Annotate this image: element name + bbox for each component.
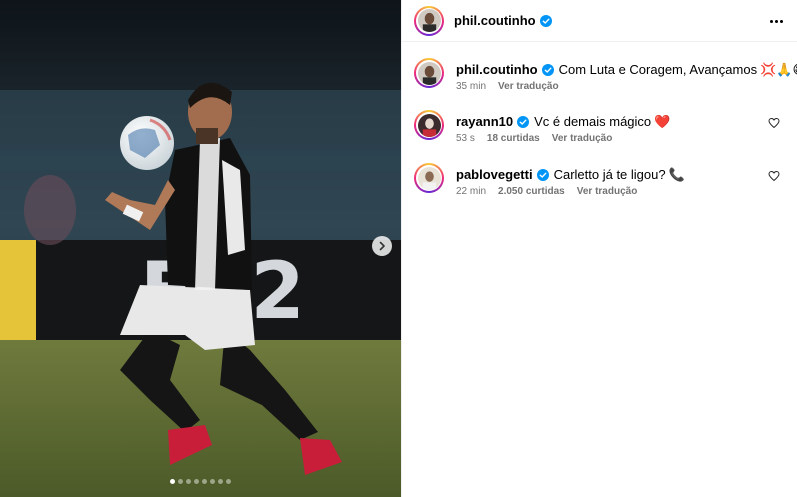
carousel-dot: [226, 479, 231, 484]
comment-username[interactable]: rayann10: [456, 113, 513, 130]
comment-time[interactable]: 53 s: [456, 133, 475, 144]
avatar[interactable]: [414, 163, 444, 193]
carousel-dot: [194, 479, 199, 484]
like-heart-icon[interactable]: [768, 170, 780, 182]
carousel-dot: [170, 479, 175, 484]
carousel-dot: [202, 479, 207, 484]
more-options-icon[interactable]: [767, 12, 785, 30]
comment-text: Vc é demais mágico: [534, 114, 652, 129]
like-heart-icon[interactable]: [768, 117, 780, 129]
comment-text: Carletto já te ligou?: [553, 167, 666, 182]
avatar[interactable]: [414, 5, 444, 36]
post-photo: FC2: [0, 0, 401, 497]
comment-translate-link[interactable]: Ver tradução: [577, 186, 638, 197]
post-media[interactable]: FC2: [0, 0, 401, 497]
comment-username[interactable]: pablovegetti: [456, 166, 533, 183]
comment-time[interactable]: 22 min: [456, 186, 486, 197]
comment-likes[interactable]: 2.050 curtidas: [498, 186, 565, 197]
carousel-dot: [218, 479, 223, 484]
carousel-next-button[interactable]: [372, 236, 392, 256]
caption-emojis: 💢🙏😁: [760, 62, 797, 77]
avatar[interactable]: [414, 58, 444, 88]
comment-translate-link[interactable]: Ver tradução: [552, 133, 613, 144]
caption-text: Com Luta e Coragem, Avançamos: [558, 62, 758, 77]
caption-time[interactable]: 35 min: [456, 81, 486, 92]
header-username[interactable]: phil.coutinho: [454, 13, 536, 28]
carousel-dot: [186, 479, 191, 484]
verified-badge-icon: [517, 115, 530, 128]
caption-username[interactable]: phil.coutinho: [456, 61, 538, 78]
post-header: phil.coutinho: [402, 0, 797, 42]
verified-badge-icon: [539, 14, 552, 27]
comment-emoji: 📞: [668, 167, 685, 182]
carousel-indicator: [0, 479, 401, 484]
chevron-right-icon: [379, 241, 385, 251]
carousel-dot: [178, 479, 183, 484]
comment-item: rayann10 Vc é demais mágico ❤️ 53 s 18 c…: [414, 110, 786, 144]
comment-likes[interactable]: 18 curtidas: [487, 133, 540, 144]
avatar[interactable]: [414, 110, 444, 140]
post-caption: phil.coutinho Com Luta e Coragem, Avança…: [414, 58, 797, 92]
comment-emoji: ❤️: [654, 114, 671, 129]
verified-badge-icon: [536, 168, 549, 181]
comment-item: pablovegetti Carletto já te ligou? 📞 22 …: [414, 163, 786, 197]
caption-translate-link[interactable]: Ver tradução: [498, 81, 559, 92]
carousel-dot: [210, 479, 215, 484]
post-side-panel: phil.coutinho phil.coutinho Com Luta e C…: [401, 0, 797, 497]
verified-badge-icon: [541, 63, 554, 76]
